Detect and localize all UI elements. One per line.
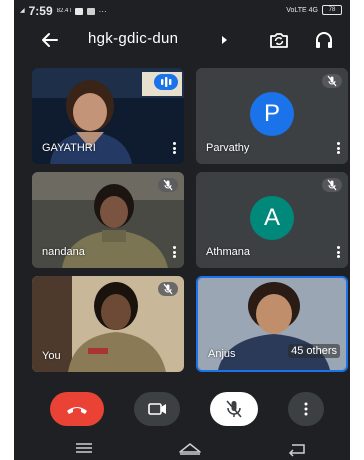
avatar: A (250, 196, 294, 240)
microphone-muted-icon (226, 400, 242, 418)
participant-name: Athmana (206, 246, 251, 258)
switch-camera-icon[interactable] (268, 30, 290, 50)
net-speed: 82.4 KB/S (56, 8, 71, 14)
speaking-indicator-icon (154, 74, 178, 90)
avatar: P (250, 92, 294, 136)
participant-name: You (42, 350, 61, 362)
microphone-muted-icon (322, 74, 342, 88)
more-vert-icon[interactable] (173, 142, 176, 154)
more-options-button[interactable] (288, 392, 324, 426)
microphone-muted-icon (158, 282, 178, 296)
status-time: 7:59 (28, 4, 53, 18)
more-vert-icon[interactable] (337, 142, 340, 154)
participant-name: nandana (42, 246, 85, 258)
participant-name: Parvathy (206, 142, 250, 154)
system-nav-bar (14, 436, 350, 460)
back-arrow-icon[interactable] (40, 30, 60, 50)
participant-tile-parvathy[interactable]: P Parvathy (196, 68, 348, 164)
status-bar: ◢ 7:59 82.4 KB/S ··· VoLTE 4G 78 (14, 0, 350, 20)
back-nav-icon[interactable] (288, 444, 305, 457)
call-controls (14, 392, 350, 428)
meeting-code[interactable]: hgk-gdic-dun (88, 30, 178, 47)
notification-icon (74, 7, 83, 15)
meeting-header: hgk-gdic-dun (14, 24, 350, 56)
participant-tile-gayathri[interactable]: GAYATHRI (32, 68, 184, 164)
camera-icon (148, 403, 166, 415)
more-vert-icon[interactable] (337, 246, 340, 258)
more-vert-icon[interactable] (173, 246, 176, 258)
participant-tile-self[interactable]: You (32, 276, 184, 372)
participant-name: Anjus (208, 348, 236, 360)
participant-tile-anjus[interactable]: Anjus 45 others (196, 276, 348, 372)
more-vert-icon (304, 402, 308, 416)
camera-toggle-button[interactable] (134, 392, 180, 426)
network-label: VoLTE 4G (286, 6, 318, 14)
more-notifications-icon: ··· (98, 6, 107, 16)
microphone-muted-icon (158, 178, 178, 192)
phone-screen: ◢ 7:59 82.4 KB/S ··· VoLTE 4G 78 hgk-gdi… (14, 0, 350, 460)
participant-tile-nandana[interactable]: nandana (32, 172, 184, 268)
participant-name: GAYATHRI (42, 142, 96, 154)
gallery-icon (86, 7, 95, 15)
participant-tile-athmana[interactable]: A Athmana (196, 172, 348, 268)
others-count[interactable]: 45 others (288, 344, 340, 358)
end-call-icon (67, 407, 87, 414)
headphones-icon[interactable] (314, 30, 334, 50)
battery-icon: 78 (322, 5, 342, 15)
end-call-button[interactable] (50, 392, 104, 426)
microphone-toggle-button[interactable] (210, 392, 258, 426)
signal-icon: ◢ (20, 8, 25, 14)
microphone-muted-icon (322, 178, 342, 192)
home-icon[interactable] (179, 443, 201, 455)
meeting-details-arrow-icon[interactable] (222, 36, 227, 44)
recents-icon[interactable] (76, 443, 92, 453)
